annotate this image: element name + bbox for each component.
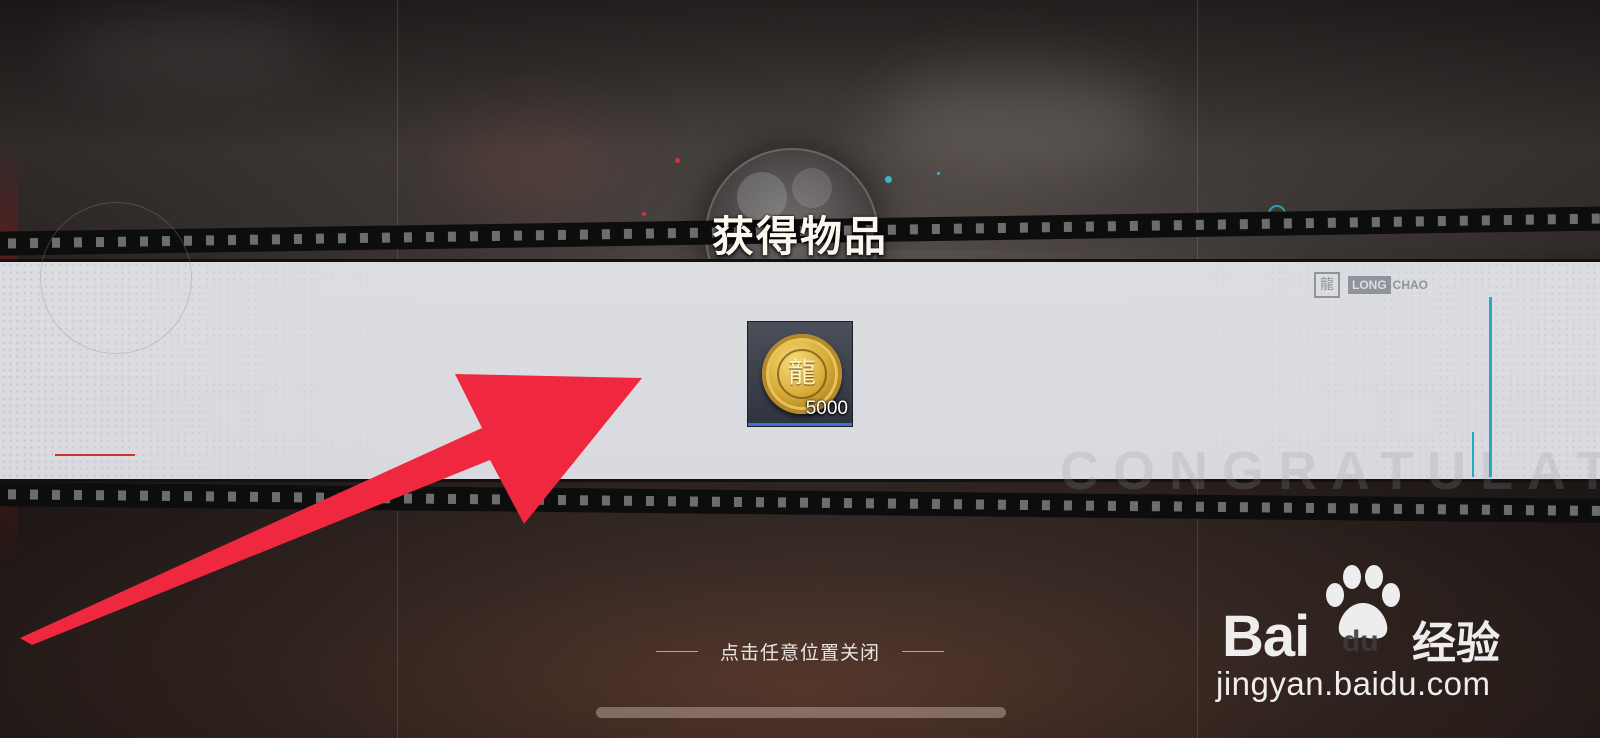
red-arrow-shape [20,374,642,645]
home-indicator[interactable] [596,707,1006,718]
watermark-url: jingyan.baidu.com [1216,665,1491,702]
close-hint-text: 点击任意位置关闭 [719,642,880,664]
watermark-product: 经验 [1412,618,1500,669]
watermark-bai: Bai [1222,604,1310,669]
watermark-du: du [1342,625,1379,658]
close-hint-dash-left [655,651,698,652]
close-hint-dash-right [902,651,944,652]
baidu-jingyan-watermark: Bai du 经验 jingyan.baidu.com [1216,565,1522,705]
